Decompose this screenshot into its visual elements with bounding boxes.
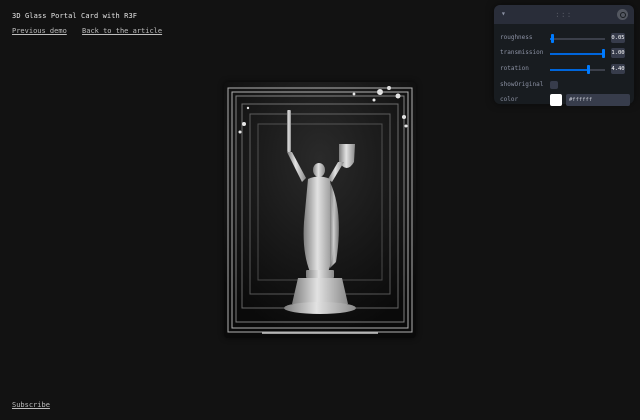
header-links: Previous demo Back to the article xyxy=(12,27,173,35)
roughness-slider[interactable] xyxy=(550,34,605,43)
page-header: 3D Glass Portal Card with R3F Previous d… xyxy=(12,12,173,35)
rotation-control: rotation 4.40 xyxy=(494,63,634,75)
transmission-label: transmission xyxy=(500,49,544,56)
drag-handle[interactable]: ::: xyxy=(555,10,572,19)
floor-reflection xyxy=(262,332,378,334)
roughness-label: roughness xyxy=(500,34,533,41)
search-icon[interactable] xyxy=(617,9,628,20)
panel-titlebar[interactable]: ▾ ::: xyxy=(494,5,634,24)
rotation-value[interactable]: 4.40 xyxy=(611,64,625,74)
transmission-value[interactable]: 1.00 xyxy=(611,48,625,58)
show-original-checkbox[interactable] xyxy=(550,81,558,89)
page-title: 3D Glass Portal Card with R3F xyxy=(12,12,138,20)
glass-portal-card[interactable] xyxy=(224,82,416,338)
subscribe-link[interactable]: Subscribe xyxy=(12,401,50,409)
rotation-knob[interactable] xyxy=(587,65,590,74)
roughness-value[interactable]: 0.05 xyxy=(611,33,625,43)
chevron-down-icon[interactable]: ▾ xyxy=(501,9,506,18)
back-to-article-link[interactable]: Back to the article xyxy=(82,27,162,35)
controls-panel: ▾ ::: roughness 0.05 transmission 1.00 r… xyxy=(494,5,634,106)
color-control: color #ffffff xyxy=(494,94,634,106)
show-original-label: showOriginal xyxy=(500,81,544,88)
transmission-fill xyxy=(550,53,605,55)
roughness-knob[interactable] xyxy=(551,34,555,43)
rotation-fill xyxy=(550,69,589,71)
color-hex-input[interactable]: #ffffff xyxy=(566,94,630,106)
portal-scene xyxy=(224,82,416,338)
transmission-slider[interactable] xyxy=(550,49,605,58)
previous-demo-link[interactable]: Previous demo xyxy=(12,27,67,35)
show-original-control: showOriginal xyxy=(494,79,634,91)
transmission-control: transmission 1.00 xyxy=(494,47,634,59)
color-swatch[interactable] xyxy=(550,94,562,106)
rotation-slider[interactable] xyxy=(550,65,605,74)
color-label: color xyxy=(500,96,519,103)
rotation-label: rotation xyxy=(500,65,529,72)
roughness-control: roughness 0.05 xyxy=(494,32,634,44)
transmission-knob[interactable] xyxy=(602,49,605,58)
